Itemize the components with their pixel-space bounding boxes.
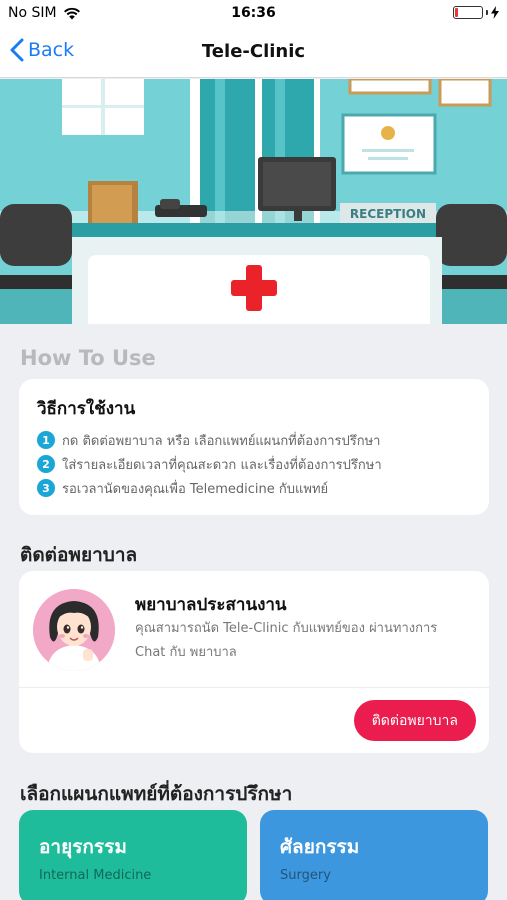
step-text: ใส่รายละเอียดเวลาที่คุณสะดวก และเรื่องที… xyxy=(62,457,382,473)
battery-tip xyxy=(486,10,488,15)
step-item: 2 ใส่รายละเอียดเวลาที่คุณสะดวก และเรื่อง… xyxy=(37,452,471,476)
step-number-badge: 3 xyxy=(37,479,55,497)
nurse-description: คุณสามารถนัด Tele-Clinic กับแพทย์ของ ผ่า… xyxy=(135,621,438,660)
step-text: รอเวลานัดของคุณเพื่อ Telemedicine กับแพท… xyxy=(62,481,329,497)
step-number-badge: 2 xyxy=(37,455,55,473)
status-time: 16:36 xyxy=(231,5,276,21)
department-name-th: อายุรกรรม xyxy=(39,836,127,858)
battery-area xyxy=(453,6,499,19)
department-name-th: ศัลยกรรม xyxy=(280,836,360,858)
department-surgery[interactable]: ศัลยกรรม Surgery xyxy=(260,810,488,900)
card-divider xyxy=(19,687,489,688)
how-to-use-card: วิธีการใช้งาน 1 กด ติดต่อพยาบาล หรือ เลื… xyxy=(19,379,489,515)
nurse-avatar xyxy=(33,589,115,671)
battery-icon xyxy=(453,6,483,19)
how-to-use-heading: How To Use xyxy=(20,346,156,370)
department-name-en: Internal Medicine xyxy=(39,868,152,883)
status-bar: No SIM 16:36 xyxy=(0,0,507,28)
nurse-name: พยาบาลประสานงาน xyxy=(135,595,287,615)
step-item: 3 รอเวลานัดของคุณเพื่อ Telemedicine กับแ… xyxy=(37,476,471,500)
department-internal-medicine[interactable]: อายุรกรรม Internal Medicine xyxy=(19,810,247,900)
how-to-use-card-title: วิธีการใช้งาน xyxy=(37,399,136,419)
contact-nurse-heading: ติดต่อพยาบาล xyxy=(20,544,138,566)
reception-sign: RECEPTION xyxy=(350,207,426,221)
reception-scene: RECEPTION xyxy=(0,79,507,324)
nurse-avatar-illustration xyxy=(33,589,115,671)
navigation-bar: Back Tele-Clinic xyxy=(0,28,507,78)
charging-bolt-icon xyxy=(491,6,499,19)
page-title: Tele-Clinic xyxy=(201,41,306,62)
step-item: 1 กด ติดต่อพยาบาล หรือ เลือกแพทย์แผนกที่… xyxy=(37,428,471,452)
nurse-card: พยาบาลประสานงาน คุณสามารถนัด Tele-Clinic… xyxy=(19,571,489,753)
contact-nurse-button[interactable]: ติดต่อพยาบาล xyxy=(353,700,476,741)
departments-heading: เลือกแผนกแพทย์ที่ต้องการปรึกษา xyxy=(20,783,293,805)
reception-illustration: RECEPTION xyxy=(0,79,507,324)
step-text: กด ติดต่อพยาบาล หรือ เลือกแพทย์แผนกที่ต้… xyxy=(62,433,381,449)
department-name-en: Surgery xyxy=(280,868,331,883)
step-number-badge: 1 xyxy=(37,431,55,449)
